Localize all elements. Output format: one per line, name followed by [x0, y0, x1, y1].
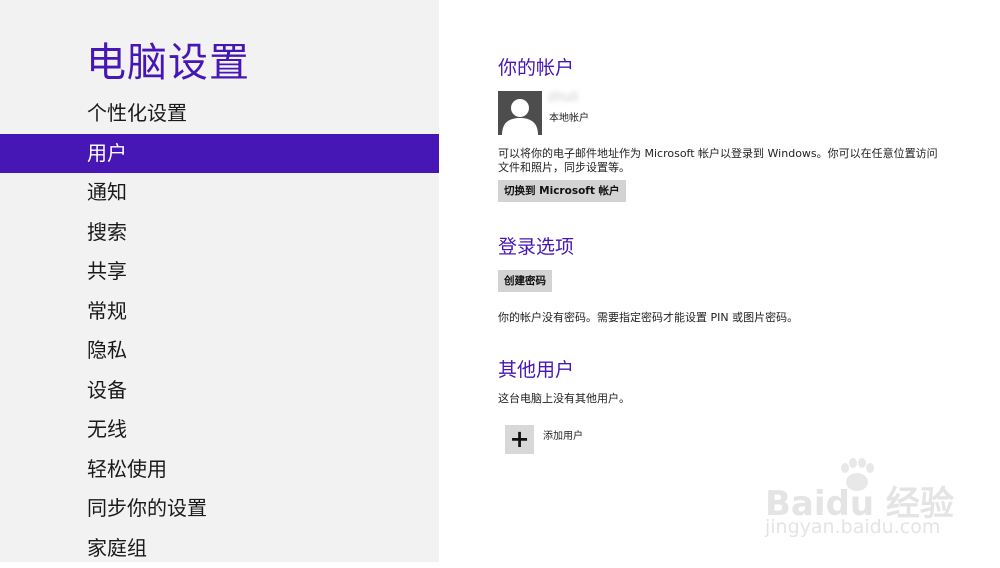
- nav-item-devices[interactable]: 设备: [0, 371, 439, 411]
- signin-options-heading: 登录选项: [498, 232, 574, 259]
- nav-item-notifications[interactable]: 通知: [0, 173, 439, 213]
- plus-icon: +: [505, 425, 534, 454]
- account-description: 可以将你的电子邮件地址作为 Microsoft 帐户以登录到 Windows。你…: [498, 147, 938, 175]
- add-user-label: 添加用户: [543, 427, 583, 442]
- other-users-heading: 其他用户: [498, 355, 574, 382]
- nav-item-privacy[interactable]: 隐私: [0, 331, 439, 371]
- account-type: 本地帐户: [549, 109, 589, 124]
- switch-to-microsoft-account-button[interactable]: 切换到 Microsoft 帐户: [498, 180, 626, 202]
- add-user-button[interactable]: + 添加用户: [505, 425, 583, 454]
- nav-item-search[interactable]: 搜索: [0, 213, 439, 253]
- nav-list: 个性化设置 用户 通知 搜索 共享 常规 隐私 设备 无线 轻松使用 同步你的设…: [0, 94, 439, 568]
- nav-item-homegroup[interactable]: 家庭组: [0, 529, 439, 568]
- nav-item-share[interactable]: 共享: [0, 252, 439, 292]
- nav-item-personalize[interactable]: 个性化设置: [0, 94, 439, 134]
- nav-item-wireless[interactable]: 无线: [0, 410, 439, 450]
- account-name: zhuli: [548, 90, 579, 105]
- baidu-watermark: Baidu 经验 jingyan.baidu.com: [765, 458, 955, 548]
- nav-item-general[interactable]: 常规: [0, 292, 439, 332]
- user-avatar-icon: [498, 91, 542, 135]
- watermark-site: jingyan.baidu.com: [765, 516, 940, 538]
- account-heading: 你的帐户: [498, 53, 574, 80]
- person-icon: [498, 91, 542, 135]
- app-title: 电脑设置: [86, 30, 250, 88]
- nav-item-users[interactable]: 用户: [0, 134, 439, 174]
- nav-item-sync[interactable]: 同步你的设置: [0, 489, 439, 529]
- create-password-button[interactable]: 创建密码: [498, 270, 552, 292]
- nav-item-ease-of-access[interactable]: 轻松使用: [0, 450, 439, 490]
- sidebar: 电脑设置 个性化设置 用户 通知 搜索 共享 常规 隐私 设备 无线 轻松使用 …: [0, 0, 439, 562]
- signin-description: 你的帐户没有密码。需要指定密码才能设置 PIN 或图片密码。: [498, 311, 938, 325]
- other-users-description: 这台电脑上没有其他用户。: [498, 392, 938, 406]
